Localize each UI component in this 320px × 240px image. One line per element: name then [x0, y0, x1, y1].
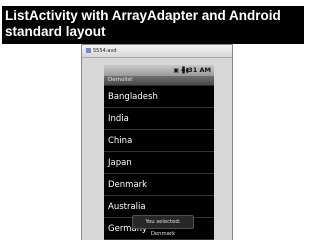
app-title: Demolist [104, 76, 214, 86]
slide-title: ListActivity with ArrayAdapter and Andro… [2, 6, 304, 44]
status-bar: ▣▐▮ 4:31 AM [104, 65, 214, 76]
list-item[interactable]: Bangladesh [104, 86, 214, 108]
emulator-icon [86, 48, 91, 53]
slide-title-line-2: standard layout [5, 24, 106, 39]
status-time: 4:31 AM [181, 66, 211, 74]
emulator-window: 5554:avd ▣▐▮ 4:31 AM Demolist Bangladesh… [81, 44, 233, 240]
toast: You selected: Denmark [132, 215, 194, 237]
phone-screen: ▣▐▮ 4:31 AM Demolist Bangladesh India Ch… [104, 65, 214, 240]
list-item[interactable]: India [104, 108, 214, 130]
window-title: 5554:avd [93, 48, 117, 54]
window-titlebar[interactable]: 5554:avd [82, 45, 232, 58]
list-item[interactable]: Denmark [104, 174, 214, 196]
slide-title-line-1: ListActivity with ArrayAdapter and Andro… [5, 8, 281, 23]
list-item[interactable]: China [104, 130, 214, 152]
list-item[interactable]: Japan [104, 152, 214, 174]
